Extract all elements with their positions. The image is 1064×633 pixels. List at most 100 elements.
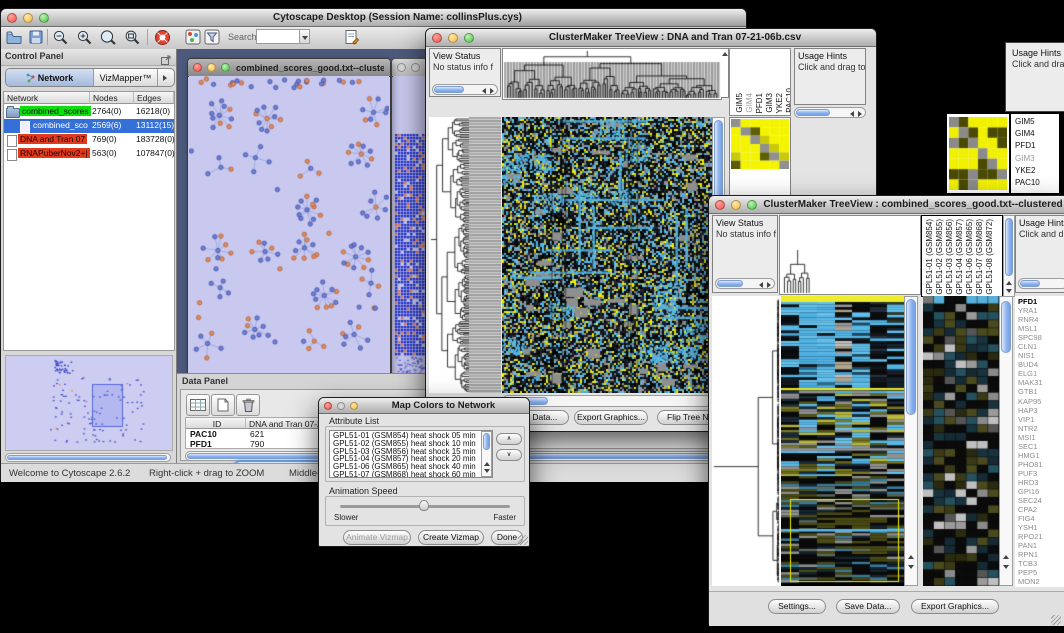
tv2-heatmap-canvas[interactable] — [781, 296, 904, 586]
scroll-up-icon[interactable] — [722, 52, 728, 56]
scroll-up-icon[interactable] — [908, 555, 914, 559]
zoom-button[interactable] — [747, 200, 757, 210]
tv1-column-dendrogram[interactable] — [502, 48, 722, 100]
overview-canvas[interactable] — [6, 356, 172, 450]
scroll-left-icon[interactable] — [759, 282, 763, 288]
tv2-status-hscrollbar[interactable] — [715, 278, 775, 289]
scrollbar-thumb[interactable] — [434, 86, 464, 93]
zoom-out-icon[interactable] — [51, 28, 69, 46]
network-canvas[interactable] — [189, 76, 389, 388]
resize-grip[interactable] — [1051, 615, 1061, 625]
scroll-right-icon[interactable] — [858, 111, 862, 117]
network-overview-panel[interactable] — [5, 355, 173, 451]
treeview2-window[interactable]: ClusterMaker TreeView : combined_scores_… — [708, 195, 1064, 625]
new-attribute-icon[interactable] — [211, 394, 235, 416]
zoom-button[interactable] — [464, 33, 474, 43]
close-button[interactable] — [715, 200, 725, 210]
minimize-button[interactable] — [448, 33, 458, 43]
scrollbar-thumb[interactable] — [906, 299, 916, 415]
scroll-right-icon[interactable] — [767, 282, 771, 288]
search-dropdown-button[interactable] — [299, 29, 310, 44]
scroll-left-icon[interactable] — [850, 111, 854, 117]
tv2-main-vscrollbar[interactable] — [904, 296, 918, 586]
annotation-icon[interactable] — [343, 28, 361, 46]
close-button[interactable] — [324, 402, 332, 410]
treeview2-titlebar[interactable]: ClusterMaker TreeView : combined_scores_… — [709, 196, 1064, 214]
speed-slider-thumb[interactable] — [419, 500, 429, 511]
minimize-button[interactable] — [337, 402, 345, 410]
zoom-button[interactable] — [39, 13, 49, 23]
tv2-hints-hscrollbar[interactable] — [1018, 278, 1064, 289]
export-graphics-button[interactable]: Export Graphics... — [574, 410, 648, 425]
settings-button[interactable]: Settings... — [768, 599, 826, 614]
table-row-combined-scores[interactable]: combined_scores 2764(0) 16218(0) — [4, 105, 174, 119]
close-button[interactable] — [432, 33, 442, 43]
scrollbar-thumb[interactable] — [1020, 280, 1040, 287]
select-attributes-icon[interactable] — [186, 394, 210, 416]
col-header-nodes[interactable]: Nodes — [90, 92, 134, 104]
tv1-hscrollbar[interactable] — [502, 395, 712, 407]
col-header-network[interactable]: Network — [4, 92, 90, 104]
control-panel-hscrollbar[interactable] — [5, 453, 171, 462]
save-data-button[interactable]: Save Data... — [836, 599, 900, 614]
vizmap-icon[interactable] — [184, 28, 202, 46]
col-header-edges[interactable]: Edges — [134, 92, 174, 104]
close-button[interactable] — [397, 63, 406, 72]
scrollbar-thumb[interactable] — [1001, 301, 1011, 353]
map-colors-dialog[interactable]: Map Colors to Network Attribute List GPL… — [318, 397, 530, 547]
fragment-matrix-panel[interactable] — [946, 113, 1010, 194]
minimize-button[interactable] — [411, 63, 420, 72]
tv1-hints-hscrollbar[interactable] — [794, 107, 866, 118]
scrollbar-thumb[interactable] — [7, 455, 167, 460]
minimize-button[interactable] — [731, 200, 741, 210]
dialog-titlebar[interactable]: Map Colors to Network — [319, 398, 529, 414]
create-vizmap-button[interactable]: Create Vizmap — [418, 530, 484, 545]
scroll-left-icon[interactable] — [482, 88, 486, 94]
tv1-row-dendrogram[interactable] — [429, 117, 501, 393]
network-titlebar[interactable]: combined_scores_good.txt--cluste... — [188, 59, 390, 77]
scroll-down-icon[interactable] — [484, 469, 490, 473]
fragment-matrix-canvas[interactable] — [949, 117, 1007, 190]
scroll-up-icon[interactable] — [484, 462, 490, 466]
treeview1-titlebar[interactable]: ClusterMaker TreeView : DNA and Tran 07-… — [426, 29, 876, 47]
tv2-summary-heatmap-canvas[interactable] — [923, 296, 999, 586]
scroll-down-icon[interactable] — [1003, 565, 1009, 569]
scroll-down-icon[interactable] — [908, 565, 914, 569]
zoom-fit-icon[interactable] — [123, 28, 141, 46]
minimize-button[interactable] — [207, 63, 216, 72]
scrollbar-thumb[interactable] — [483, 433, 490, 450]
tv1-heatmap-canvas[interactable] — [502, 117, 712, 393]
move-down-button[interactable]: ∨ — [496, 449, 522, 461]
minimize-button[interactable] — [23, 13, 33, 23]
table-row-dna-tran[interactable]: DNA and Tran 07 769(0) 183728(0) — [4, 133, 174, 147]
attribute-list-vscrollbar[interactable] — [481, 431, 492, 477]
close-button[interactable] — [193, 63, 202, 72]
tv1-summary-matrix-canvas[interactable] — [731, 119, 789, 169]
tab-network[interactable]: Network — [6, 69, 94, 86]
tv1-status-hscrollbar[interactable] — [432, 84, 498, 95]
table-row-combined-sco-selected[interactable]: combined_sco 2569(6) 13112(15) — [4, 119, 174, 133]
zoom-selected-icon[interactable] — [99, 28, 117, 46]
zoom-button[interactable] — [350, 402, 358, 410]
scroll-down-icon[interactable] — [1006, 289, 1012, 293]
close-button[interactable] — [7, 13, 17, 23]
scroll-up-icon[interactable] — [1003, 555, 1009, 559]
main-titlebar[interactable]: Cytoscape Desktop (Session Name: collins… — [1, 9, 746, 27]
attribute-list[interactable]: GPL51-01 (GSM854) heat shock 05 minGPL51… — [329, 430, 493, 478]
search-input[interactable] — [256, 29, 304, 44]
attribute-item[interactable]: GPL51-07 (GSM868) heat shock 60 min — [333, 471, 492, 478]
scroll-up-icon[interactable] — [1006, 281, 1012, 285]
scrollbar-thumb[interactable] — [796, 109, 830, 116]
tab-vizmapper[interactable]: VizMapper™ — [94, 69, 158, 86]
delete-attribute-icon[interactable] — [236, 394, 260, 416]
save-session-icon[interactable] — [27, 28, 45, 46]
move-up-button[interactable]: ∧ — [496, 433, 522, 445]
tv2-upper-vscrollbar[interactable] — [1003, 215, 1015, 297]
zoom-in-icon[interactable] — [75, 28, 93, 46]
table-row-rnapuber[interactable]: RNAPuberNov2+| 563(0) 107847(0) — [4, 147, 174, 161]
scroll-right-icon[interactable] — [490, 88, 494, 94]
animate-vizmap-button[interactable]: Animate Vizmap — [343, 530, 411, 545]
tab-overflow-button[interactable] — [158, 69, 172, 86]
tv2-row-dendrogram[interactable] — [712, 296, 781, 586]
help-lifering-icon[interactable] — [153, 28, 171, 46]
